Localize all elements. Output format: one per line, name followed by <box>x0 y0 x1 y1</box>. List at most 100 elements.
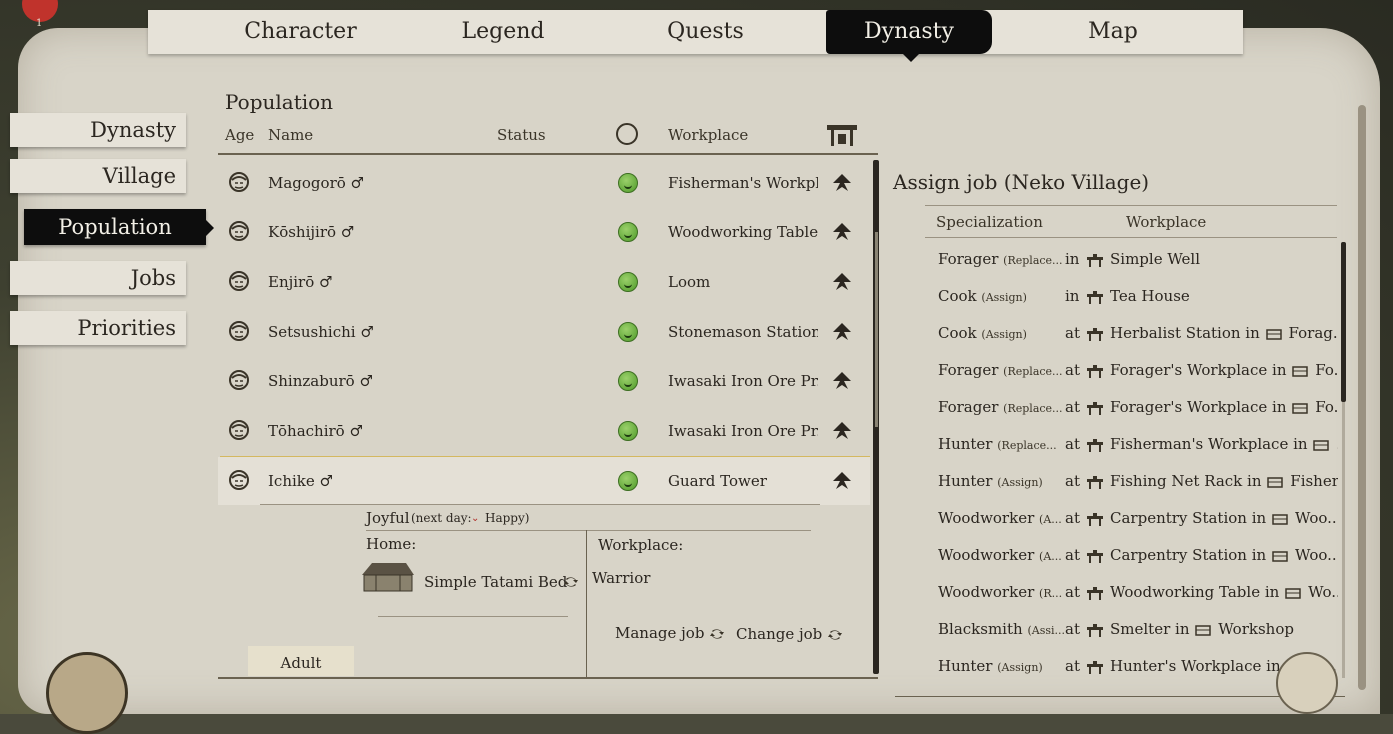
tab-character[interactable]: Character <box>198 10 403 54</box>
tab-legend[interactable]: Legend <box>403 10 603 54</box>
warrior-job-icon <box>833 223 851 240</box>
citizen-workplace: Guard Tower <box>668 472 767 490</box>
assign-job-row[interactable]: Woodworker (R... at Woodworking Table in W… <box>938 574 1338 610</box>
citizen-workplace: Loom <box>668 273 711 291</box>
assign-workplace: Simple Well <box>1110 250 1201 268</box>
assign-job-row[interactable]: Forager (Replace... at Forager's Workplace… <box>938 352 1338 388</box>
compass-icon[interactable] <box>46 652 128 734</box>
assign-col-specialization[interactable]: Specialization <box>936 213 1043 231</box>
building-icon <box>1313 440 1330 451</box>
col-header-workplace[interactable]: Workplace <box>668 126 748 144</box>
citizen-name: Magogorō ♂ <box>268 174 364 192</box>
tab-map[interactable]: Map <box>1013 10 1213 54</box>
assign-building: Fo... <box>1315 361 1338 379</box>
sidebar-item-village[interactable]: Village <box>10 159 186 193</box>
population-row[interactable]: Magogorō ♂ Fisherman's Workpl... <box>218 159 870 207</box>
tab-dynasty[interactable]: Dynasty <box>826 10 992 54</box>
sidebar-item-population[interactable]: Population <box>24 209 206 245</box>
population-row[interactable]: Shinzaburō ♂ Iwasaki Iron Ore Pr... <box>218 357 870 405</box>
col-header-status[interactable]: Status <box>497 126 546 144</box>
warrior-job-icon <box>833 422 851 439</box>
tab-quests[interactable]: Quests <box>603 10 808 54</box>
assign-job-row[interactable]: Forager (Replace... in Simple Well <box>938 241 1338 277</box>
active-sidebar-indicator <box>206 220 214 236</box>
home-value[interactable]: Simple Tatami Bed <box>424 573 567 591</box>
citizen-name: Tōhachirō ♂ <box>268 422 363 440</box>
assign-action-tag: (Replace... <box>1003 402 1063 415</box>
happy-mood-icon <box>618 471 638 491</box>
assign-building: Workshop <box>1218 620 1294 638</box>
citizen-workplace: Iwasaki Iron Ore Pr... <box>668 372 818 390</box>
assign-col-workplace[interactable]: Workplace <box>1126 213 1206 231</box>
assign-preposition: at <box>1065 435 1080 453</box>
assign-job-row[interactable]: Blacksmith (Assi... at Smelter in Workshop <box>938 611 1338 647</box>
sidebar-item-priorities[interactable]: Priorities <box>10 311 186 345</box>
sidebar-item-dynasty[interactable]: Dynasty <box>10 113 186 147</box>
population-row[interactable]: Kōshijirō ♂ Woodworking Table <box>218 208 870 256</box>
assign-building: Woo... <box>1294 546 1338 564</box>
assign-job-row[interactable]: Hunter (Assign) at Fishing Net Rack in Fis… <box>938 463 1338 499</box>
manage-job-label: Manage job <box>615 624 705 642</box>
assign-building: ... <box>1336 435 1338 453</box>
workplace-value: Warrior <box>592 569 651 587</box>
warrior-job-icon <box>833 174 851 191</box>
population-row[interactable]: Enjirō ♂ Loom <box>218 258 870 306</box>
net-icon <box>1087 476 1103 489</box>
mood-header-icon[interactable] <box>616 123 638 145</box>
assign-job-row[interactable]: Woodworker (A... at Carpentry Station in W… <box>938 537 1338 573</box>
assign-action-tag: (Replace... <box>997 439 1057 452</box>
manage-job-button[interactable]: Manage job <box>615 624 725 642</box>
assign-job-row[interactable]: Cook (Assign) in Tea House <box>938 278 1338 314</box>
sidebar-item-jobs[interactable]: Jobs <box>10 261 186 295</box>
workplace-label: Workplace: <box>598 536 684 554</box>
change-home-icon[interactable] <box>564 575 578 589</box>
assign-job-row[interactable]: Woodworker (A... at Carpentry Station in W… <box>938 500 1338 536</box>
assign-preposition: at <box>1065 472 1080 490</box>
panel-scrollbar[interactable] <box>1358 105 1366 690</box>
adult-age-icon <box>229 271 249 291</box>
happy-mood-icon <box>618 272 638 292</box>
assign-title-divider <box>925 205 1337 206</box>
tatami-bed-icon <box>362 563 414 592</box>
assign-building: Forag... <box>1288 324 1338 342</box>
workplace-header-icon[interactable] <box>826 122 858 148</box>
citizen-name: Ichike ♂ <box>268 472 333 490</box>
change-job-button[interactable]: Change job <box>736 625 843 643</box>
population-row[interactable]: Tōhachirō ♂ Iwasaki Iron Ore Pr... <box>218 407 870 455</box>
assign-job-row[interactable]: Cook (Assign) at Herbalist Station in Fora… <box>938 315 1338 351</box>
building-icon <box>1272 551 1288 562</box>
assign-building: Fisher... <box>1290 472 1338 490</box>
adult-age-icon <box>229 172 249 192</box>
assign-spec: Hunter <box>938 657 993 675</box>
change-job-label: Change job <box>736 625 823 643</box>
happy-mood-icon <box>618 421 638 441</box>
assign-job-row[interactable]: Hunter (Replace... at Fisherman's Workplac… <box>938 426 1338 462</box>
assign-workplace: Carpentry Station in <box>1110 509 1267 527</box>
assign-spec: Forager <box>938 361 999 379</box>
mood-down-arrow-icon: ⌄ <box>471 513 480 524</box>
assign-preposition: at <box>1065 620 1080 638</box>
population-scrollbar-thumb[interactable] <box>875 232 878 427</box>
interact-hand-icon[interactable] <box>1276 652 1338 714</box>
assign-job-row[interactable]: Forager (Replace... at Forager's Workplace… <box>938 389 1338 425</box>
col-header-age[interactable]: Age <box>225 126 254 144</box>
carpentry-icon <box>1087 513 1103 526</box>
col-header-name[interactable]: Name <box>268 126 313 144</box>
assign-action-tag: (Replace... <box>1003 254 1063 267</box>
assign-workplace: Carpentry Station in <box>1110 546 1267 564</box>
assign-preposition: at <box>1065 398 1080 416</box>
assign-spec: Forager <box>938 398 999 416</box>
header-divider <box>218 153 878 155</box>
station-icon <box>1087 328 1103 341</box>
assign-building: Wo... <box>1308 583 1338 601</box>
assign-spec: Woodworker <box>938 509 1035 527</box>
adult-age-icon <box>229 470 249 490</box>
population-row[interactable]: Ichike ♂ Guard Tower <box>218 457 870 505</box>
assign-scrollbar-thumb[interactable] <box>1341 242 1346 402</box>
assign-spec: Blacksmith <box>938 620 1023 638</box>
assign-preposition: at <box>1065 361 1080 379</box>
happy-mood-icon <box>618 173 638 193</box>
warrior-job-icon <box>833 273 851 290</box>
population-row[interactable]: Setsushichi ♂ Stonemason Station <box>218 308 870 356</box>
assign-action-tag: (R... <box>1039 587 1063 600</box>
